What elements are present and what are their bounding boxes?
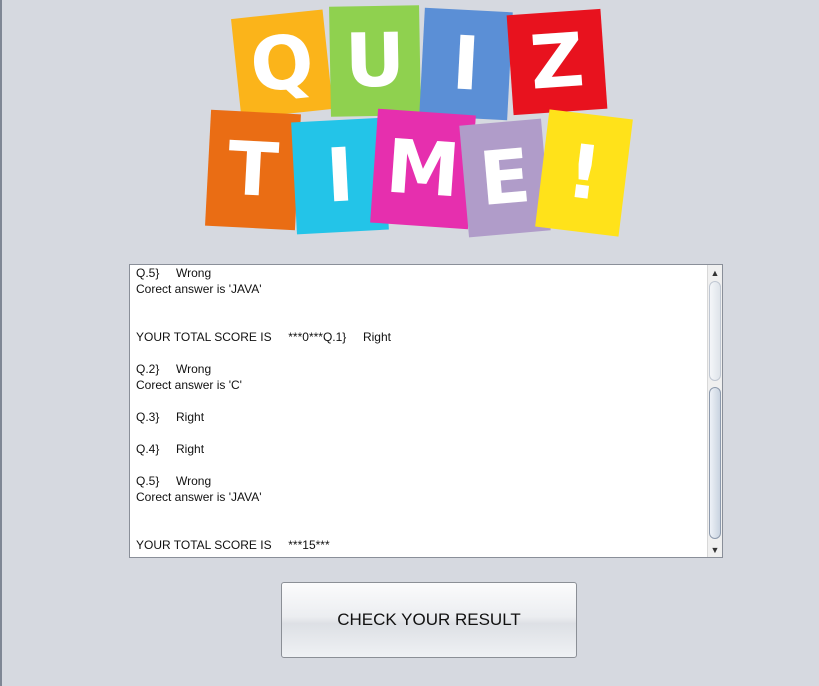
logo-tile-u: U	[329, 5, 421, 117]
result-line	[136, 521, 706, 537]
logo-tile-q: Q	[231, 9, 333, 119]
result-line	[136, 393, 706, 409]
vertical-scrollbar[interactable]: ▲ ▼	[707, 265, 722, 557]
logo-tile-exclaim: !	[535, 109, 633, 237]
scroll-thumb[interactable]	[709, 387, 721, 539]
result-line: Q.4} Right	[136, 442, 205, 456]
arrow-down-icon[interactable]: ▼	[708, 542, 722, 557]
check-result-button[interactable]: CHECK YOUR RESULT	[281, 582, 577, 658]
result-line: Q.2} Wrong	[136, 362, 212, 376]
logo-tile-z: Z	[506, 8, 608, 116]
result-line: Q.5} Wrong	[136, 474, 212, 488]
quiz-window: Q U I Z T I M E ! Q.5} Wrong Corect answe…	[0, 0, 819, 686]
logo-tile-i: I	[419, 7, 513, 121]
quiz-time-logo: Q U I Z T I M E !	[200, 0, 640, 250]
scroll-track[interactable]	[709, 281, 721, 381]
result-line	[136, 505, 706, 521]
results-text: Q.5} Wrong Corect answer is 'JAVA' YOUR TO…	[136, 265, 706, 553]
arrow-up-icon[interactable]: ▲	[708, 265, 722, 280]
result-line	[136, 313, 706, 329]
result-line: YOUR TOTAL SCORE IS ***0***Q.1} Right	[136, 330, 391, 344]
check-result-button-label: CHECK YOUR RESULT	[337, 610, 521, 629]
result-line: YOUR TOTAL SCORE IS ***15***	[136, 538, 330, 552]
result-line: Q.5} Wrong	[136, 266, 212, 280]
result-line	[136, 297, 706, 313]
window-border	[0, 0, 2, 686]
logo-tile-t: T	[205, 109, 301, 231]
result-line: Q.3} Right	[136, 410, 205, 424]
result-line: Corect answer is 'JAVA'	[136, 490, 262, 504]
result-line: Corect answer is 'C'	[136, 378, 242, 392]
results-text-area[interactable]: Q.5} Wrong Corect answer is 'JAVA' YOUR TO…	[129, 264, 723, 558]
result-line	[136, 345, 706, 361]
result-line: Corect answer is 'JAVA'	[136, 282, 262, 296]
result-line	[136, 425, 706, 441]
result-line	[136, 457, 706, 473]
